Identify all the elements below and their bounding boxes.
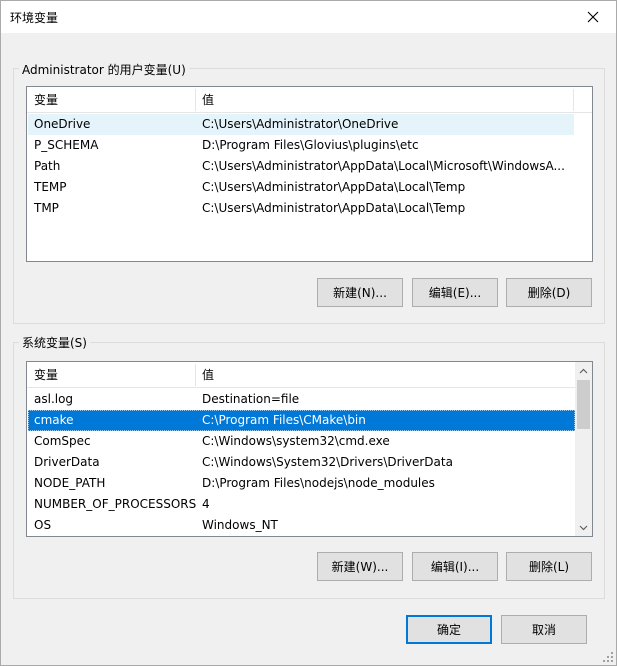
scroll-down-button[interactable] [575, 519, 592, 536]
window-title: 环境变量 [10, 11, 59, 25]
variable-value: Windows_NT [202, 518, 278, 532]
table-row[interactable]: asl.log Destination=file [28, 389, 575, 410]
table-row[interactable]: DriverData C:\Windows\System32\Drivers\Dr… [28, 452, 575, 473]
table-row[interactable]: P_SCHEMA D:\Program Files\Glovius\plugins… [28, 135, 574, 156]
resize-grip-icon[interactable] [602, 651, 614, 663]
table-row[interactable]: NODE_PATH D:\Program Files\nodejs\node_mo… [28, 473, 575, 494]
variable-name: Path [34, 159, 61, 173]
column-header-name[interactable]: 变量 [28, 87, 58, 113]
variable-value: C:\Windows\system32\cmd.exe [202, 434, 390, 448]
chevron-up-icon [579, 368, 588, 373]
variable-value: D:\Program Files\nodejs\node_modules [202, 476, 435, 490]
table-row[interactable]: Path C:\Users\Administrator\AppData\Local… [28, 156, 574, 177]
column-header-name[interactable]: 变量 [28, 362, 58, 388]
user-variables-list[interactable]: 变量 值 OneDrive C:\Users\Administrator\OneD… [26, 86, 593, 262]
system-delete-button[interactable]: 删除(L) [506, 552, 592, 581]
system-edit-button[interactable]: 编辑(I)... [412, 552, 498, 581]
scroll-up-button[interactable] [575, 362, 592, 379]
variable-name: NODE_PATH [34, 476, 106, 490]
cancel-button[interactable]: 取消 [501, 615, 587, 644]
system-variables-list[interactable]: 变量 值 asl.log Destination=file cmake C:\Prog… [26, 361, 593, 537]
variable-value: C:\Users\Administrator\OneDrive [202, 117, 399, 131]
variable-name: asl.log [34, 392, 74, 406]
variable-name: TMP [34, 201, 59, 215]
table-row[interactable]: NUMBER_OF_PROCESSORS 4 [28, 494, 575, 515]
table-row[interactable]: cmake C:\Program Files\CMake\bin [28, 410, 575, 431]
variable-value: D:\Program Files\Glovius\plugins\etc [202, 138, 419, 152]
user-edit-button[interactable]: 编辑(E)... [412, 278, 498, 307]
chevron-down-icon [579, 525, 588, 530]
table-row[interactable]: TEMP C:\Users\Administrator\AppData\Local… [28, 177, 574, 198]
user-variables-header: 变量 值 [27, 87, 592, 113]
variable-name: DriverData [34, 455, 100, 469]
system-new-button[interactable]: 新建(W)... [317, 552, 403, 581]
system-variables-scrollbar[interactable] [575, 362, 592, 536]
table-row[interactable]: ComSpec C:\Windows\system32\cmd.exe [28, 431, 575, 452]
variable-name: OS [34, 518, 52, 532]
variable-value: C:\Users\Administrator\AppData\Local\Tem… [202, 201, 466, 215]
variable-name: P_SCHEMA [34, 138, 99, 152]
column-header-value[interactable]: 值 [196, 87, 214, 113]
variable-value: 4 [202, 497, 210, 511]
table-row[interactable]: OS Windows_NT [28, 515, 575, 536]
close-icon [587, 11, 599, 23]
variable-name: TEMP [34, 180, 67, 194]
variable-value: C:\Users\Administrator\AppData\Local\Mic… [202, 159, 565, 173]
table-row[interactable]: OneDrive C:\Users\Administrator\OneDrive [28, 114, 574, 135]
user-variables-label: Administrator 的用户变量(U) [19, 61, 189, 78]
table-row[interactable]: TMP C:\Users\Administrator\AppData\Local\… [28, 198, 574, 219]
variable-value: Destination=file [202, 392, 300, 406]
variable-value: C:\Users\Administrator\AppData\Local\Tem… [202, 180, 466, 194]
variable-name: OneDrive [34, 117, 91, 131]
system-variables-label: 系统变量(S) [19, 334, 90, 351]
variable-name: ComSpec [34, 434, 91, 448]
variable-name: NUMBER_OF_PROCESSORS [34, 497, 197, 511]
column-header-value[interactable]: 值 [196, 362, 214, 388]
user-new-button[interactable]: 新建(N)... [317, 278, 403, 307]
close-button[interactable] [570, 1, 616, 33]
scrollbar-thumb[interactable] [577, 380, 590, 429]
user-delete-button[interactable]: 删除(D) [506, 278, 592, 307]
system-variables-header: 变量 值 [27, 362, 577, 388]
variable-value: C:\Program Files\CMake\bin [202, 413, 366, 427]
ok-button[interactable]: 确定 [406, 615, 492, 644]
variable-value: C:\Windows\System32\Drivers\DriverData [202, 455, 453, 469]
column-divider[interactable] [573, 89, 574, 111]
variable-name: cmake [34, 413, 74, 427]
title-bar: 环境变量 [1, 1, 616, 33]
environment-variables-dialog: 环境变量 Administrator 的用户变量(U) 变量 值 OneDriv… [0, 0, 617, 666]
